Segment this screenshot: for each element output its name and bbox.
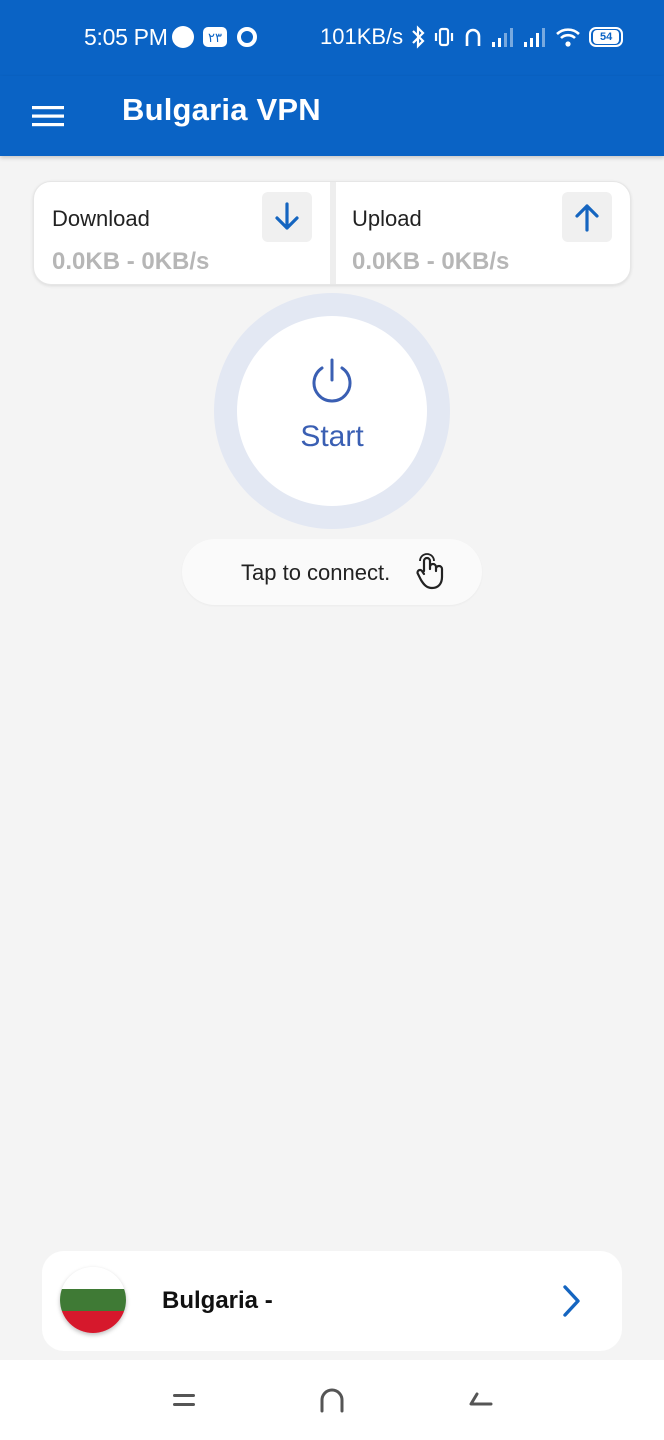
app-title: Bulgaria VPN	[122, 92, 321, 127]
svg-text:٢٣: ٢٣	[208, 31, 222, 46]
download-stat: Download 0.0KB - 0KB/s	[34, 182, 330, 284]
notification-badge-icon: ٢٣	[203, 27, 227, 47]
wifi-icon	[556, 28, 581, 47]
ring-icon	[237, 27, 257, 47]
network-speed: 101KB/s	[320, 24, 404, 49]
signal-icon	[492, 28, 514, 47]
download-label: Download	[52, 206, 150, 231]
home-button[interactable]	[314, 1382, 350, 1418]
status-bar: 5:05 PM ٢٣ 101KB/s 54	[0, 0, 664, 76]
circle-icon	[172, 26, 194, 48]
app-bar: Bulgaria VPN	[0, 76, 664, 156]
back-button[interactable]	[462, 1382, 498, 1418]
power-button-ring: Start	[214, 293, 450, 529]
upload-icon-box	[562, 192, 612, 242]
arrow-up-icon	[575, 204, 599, 232]
back-icon	[469, 1392, 493, 1406]
vibrate-icon	[435, 27, 454, 47]
start-button[interactable]: Start	[237, 316, 427, 506]
home-icon	[320, 1388, 344, 1413]
arrow-down-icon	[275, 202, 299, 230]
bluetooth-icon	[412, 25, 425, 49]
upload-stat: Upload 0.0KB - 0KB/s	[336, 182, 630, 284]
headset-icon	[465, 28, 481, 46]
download-icon-box	[262, 192, 312, 242]
start-label: Start	[300, 420, 364, 453]
recents-icon	[173, 1394, 195, 1406]
download-value: 0.0KB - 0KB/s	[52, 248, 210, 275]
system-nav-bar	[0, 1360, 664, 1440]
chevron-right-icon	[563, 1285, 580, 1317]
connect-hint-text: Tap to connect.	[241, 560, 391, 585]
signal-icon	[524, 28, 546, 47]
tap-hand-icon	[416, 553, 444, 590]
bulgaria-flag-icon	[60, 1267, 126, 1333]
hamburger-menu-icon	[32, 106, 64, 127]
status-right-icons: 101KB/s 54	[320, 24, 624, 50]
traffic-stats-card: Download 0.0KB - 0KB/s Upload 0.0KB - 0K…	[33, 181, 631, 285]
battery-icon: 54	[589, 27, 624, 47]
upload-label: Upload	[352, 206, 422, 231]
status-time: 5:05 PM	[84, 24, 168, 50]
battery-level: 54	[593, 30, 620, 44]
menu-button[interactable]	[24, 92, 72, 140]
upload-value: 0.0KB - 0KB/s	[352, 248, 510, 275]
status-left-icons: ٢٣	[172, 26, 258, 48]
recents-button[interactable]	[166, 1382, 202, 1418]
power-icon	[312, 358, 352, 403]
server-name: Bulgaria -	[162, 1287, 273, 1314]
server-selector[interactable]: Bulgaria -	[42, 1251, 622, 1351]
connect-hint[interactable]: Tap to connect.	[182, 539, 482, 605]
